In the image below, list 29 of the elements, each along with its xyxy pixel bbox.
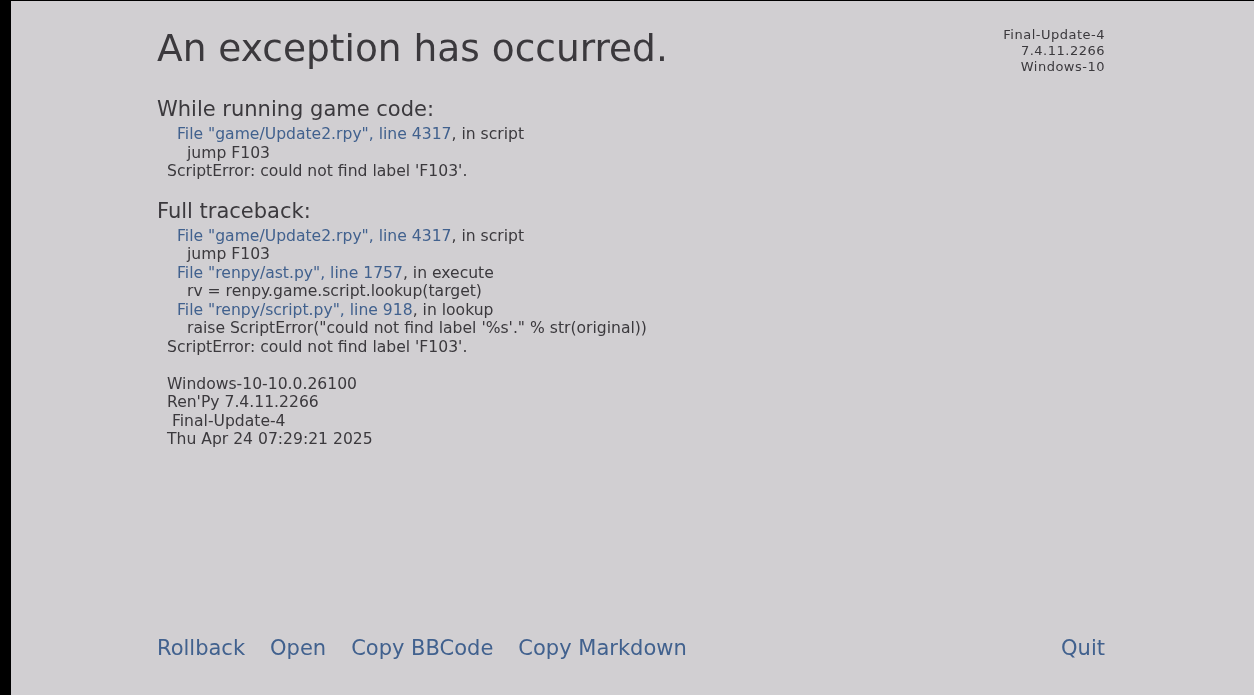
file-link[interactable]: File "game/Update2.rpy", line 4317 <box>177 226 452 245</box>
rollback-button[interactable]: Rollback <box>157 636 246 660</box>
error-message: ScriptError: could not find label 'F103'. <box>166 337 468 356</box>
traceback-file-line: File "renpy/script.py", line 918, in lookup <box>176 300 494 319</box>
version-info-text: Windows-10 <box>1020 59 1105 75</box>
traceback-code-line: raise ScriptError("could not find label '%s'." % str(original)) <box>186 319 647 338</box>
quit-button[interactable]: Quit <box>1061 636 1105 660</box>
file-link[interactable]: File "renpy/ast.py", line 1757 <box>177 263 403 282</box>
traceback-code-line: rv = renpy.game.script.lookup(target) <box>186 282 482 301</box>
copy-markdown-button[interactable]: Copy Markdown <box>518 636 687 660</box>
version-info-text: Final-Update-4 <box>1003 27 1105 43</box>
traceback-file-line: File "game/Update2.rpy", line 4317, in script <box>176 125 525 144</box>
error-title: An exception has occurred. <box>157 27 668 70</box>
error-message: ScriptError: could not find label 'F103'. <box>166 162 468 181</box>
open-button[interactable]: Open <box>270 636 327 660</box>
traceback-file-line: File "game/Update2.rpy", line 4317, in script <box>176 226 525 245</box>
traceback-code-line: jump F103 <box>185 245 270 264</box>
traceback-file-line: File "renpy/ast.py", line 1757, in execute <box>176 263 494 282</box>
file-link[interactable]: File "renpy/script.py", line 918 <box>177 300 413 319</box>
file-link[interactable]: File "game/Update2.rpy", line 4317 <box>177 125 452 143</box>
copy-bbcode-button[interactable]: Copy BBCode <box>351 636 494 660</box>
version-info-text: 7.4.11.2266 <box>1020 43 1105 59</box>
section-heading: Full traceback: <box>157 197 311 224</box>
system-info-text: Thu Apr 24 07:29:21 2025 <box>166 430 373 449</box>
system-info-text: Ren'Py 7.4.11.2266 <box>166 393 319 412</box>
traceback-code-line: jump F103 <box>185 143 270 162</box>
system-info-text: Final-Update-4 <box>170 411 286 430</box>
section-heading: While running game code: <box>157 96 435 122</box>
system-info-text: Windows-10-10.0.26100 <box>166 374 357 393</box>
